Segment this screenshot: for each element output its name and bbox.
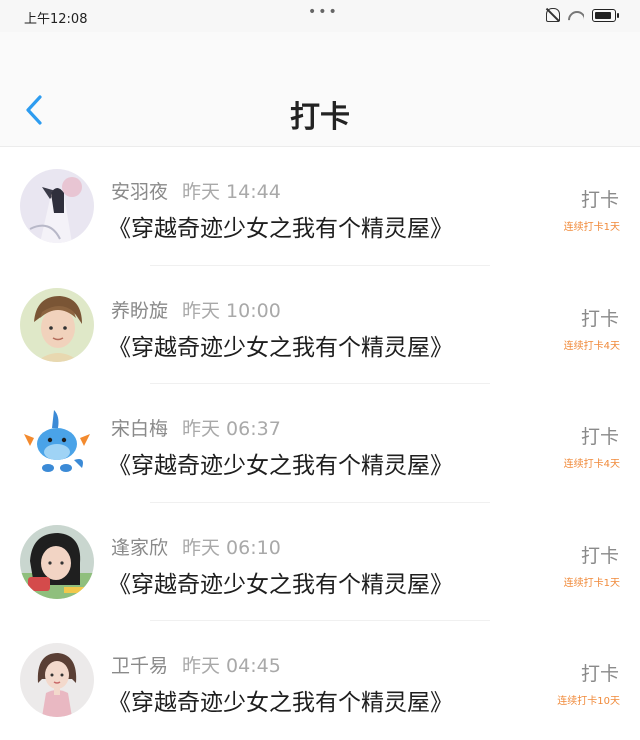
list-item[interactable]: 逢家欣 昨天 06:10 《穿越奇迹少女之我有个精灵屋》 打卡 连续打卡1天 (0, 503, 640, 621)
user-info: 养盼旋 昨天 10:00 (111, 296, 281, 323)
book-title[interactable]: 《穿越奇迹少女之我有个精灵屋》 (108, 209, 453, 243)
user-name[interactable]: 宋白梅 (111, 418, 168, 440)
list-item[interactable]: 安羽夜 昨天 14:44 《穿越奇迹少女之我有个精灵屋》 打卡 连续打卡1天 (0, 147, 640, 266)
user-name[interactable]: 养盼旋 (111, 300, 168, 322)
avatar[interactable] (20, 169, 94, 243)
user-name[interactable]: 卫千易 (111, 655, 168, 677)
user-name[interactable]: 逢家欣 (111, 537, 168, 559)
user-info: 宋白梅 昨天 06:37 (111, 414, 281, 441)
user-info: 安羽夜 昨天 14:44 (111, 177, 281, 204)
ink-painting-avatar-icon (20, 169, 94, 243)
checkin-label: 打卡 (580, 189, 619, 211)
user-info: 卫千易 昨天 04:45 (111, 651, 281, 678)
streak-badge: 连续打卡10天 (557, 696, 620, 707)
streak-badge: 连续打卡4天 (563, 340, 620, 352)
streak-badge: 连续打卡1天 (563, 577, 620, 589)
book-title[interactable]: 《穿越奇迹少女之我有个精灵屋》 (108, 565, 453, 599)
status-time: 上午12:08 (24, 12, 88, 27)
checkin-time: 昨天 06:10 (182, 536, 281, 559)
avatar[interactable] (20, 406, 94, 480)
checkin-label: 打卡 (580, 663, 619, 685)
streak-badge: 连续打卡4天 (563, 459, 620, 470)
wifi-icon (568, 9, 584, 21)
portrait-avatar-icon (20, 287, 94, 362)
book-title[interactable]: 《穿越奇迹少女之我有个精灵屋》 (108, 328, 453, 362)
checkin-list: 安羽夜 昨天 14:44 《穿越奇迹少女之我有个精灵屋》 打卡 连续打卡1天 养盼… (0, 147, 640, 740)
blue-creature-avatar-icon (20, 406, 94, 480)
checkin-label: 打卡 (580, 544, 619, 567)
streak-badge: 连续打卡1天 (563, 222, 620, 233)
user-name[interactable]: 安羽夜 (111, 181, 168, 203)
avatar[interactable] (20, 524, 94, 599)
nav-bar: 打卡 (0, 32, 640, 147)
mute-icon (546, 8, 560, 22)
battery-icon (592, 8, 619, 22)
list-item[interactable]: 卫千易 昨天 04:45 《穿越奇迹少女之我有个精灵屋》 打卡 连续打卡10天 (0, 621, 640, 740)
avatar[interactable] (20, 643, 94, 717)
photo-avatar-icon (20, 524, 94, 599)
book-title[interactable]: 《穿越奇迹少女之我有个精灵屋》 (108, 446, 453, 480)
girl-avatar-icon (20, 643, 94, 717)
checkin-time: 昨天 10:00 (182, 299, 281, 322)
list-item[interactable]: 宋白梅 昨天 06:37 《穿越奇迹少女之我有个精灵屋》 打卡 连续打卡4天 (0, 384, 640, 503)
checkin-time: 昨天 14:44 (182, 181, 281, 203)
book-title[interactable]: 《穿越奇迹少女之我有个精灵屋》 (108, 683, 453, 717)
avatar[interactable] (20, 287, 94, 362)
checkin-label: 打卡 (580, 426, 619, 448)
window-dots[interactable]: ••• (308, 4, 339, 20)
status-icons (546, 8, 619, 22)
list-item[interactable]: 养盼旋 昨天 10:00 《穿越奇迹少女之我有个精灵屋》 打卡 连续打卡4天 (0, 266, 640, 384)
status-bar: 上午12:08 ••• (0, 0, 640, 32)
checkin-time: 昨天 06:37 (182, 418, 281, 440)
page-title: 打卡 (290, 100, 350, 135)
checkin-time: 昨天 04:45 (182, 655, 281, 677)
checkin-label: 打卡 (580, 307, 619, 330)
user-info: 逢家欣 昨天 06:10 (111, 533, 281, 560)
